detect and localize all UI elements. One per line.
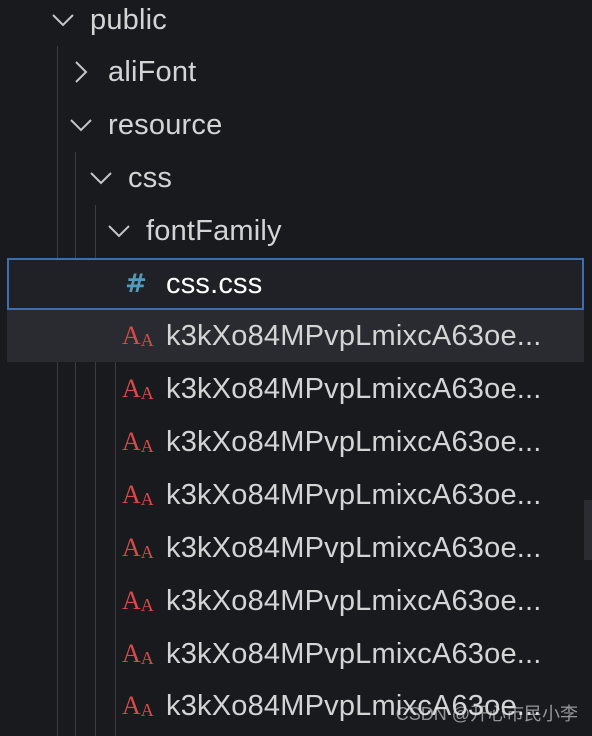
file-label: css.css [166,267,263,300]
folder-label: resource [108,108,223,141]
tree-folder-alifont[interactable]: aliFont [0,46,584,98]
font-file-icon: AA [122,586,154,615]
chevron-down-icon[interactable] [106,218,132,244]
file-label: k3kXo84MPvpLmixcA63oe... [166,372,542,405]
folder-label: css [128,161,173,194]
tree-file-font[interactable]: AA k3kXo84MPvpLmixcA63oe... [7,416,584,468]
tree-folder-public[interactable]: public [0,0,584,46]
file-label: k3kXo84MPvpLmixcA63oe... [166,319,542,352]
file-label: k3kXo84MPvpLmixcA63oe... [166,425,542,458]
chevron-down-icon[interactable] [68,112,94,138]
font-file-icon: AA [122,374,154,403]
file-label: k3kXo84MPvpLmixcA63oe... [166,637,542,670]
css-hash-icon: # [125,269,147,299]
file-label: k3kXo84MPvpLmixcA63oe... [166,584,542,617]
tree-file-font[interactable]: AA k3kXo84MPvpLmixcA63oe... [7,575,584,627]
watermark: CSDN @开心市民小李 [395,704,578,724]
folder-label: fontFamily [146,214,282,247]
scrollbar-thumb[interactable] [584,500,592,560]
tree-folder-resource[interactable]: resource [0,99,584,151]
chevron-right-icon[interactable] [68,59,94,85]
font-file-icon: AA [122,533,154,562]
file-explorer: public aliFont resource css fontFamily #… [0,0,592,736]
font-file-icon: AA [122,639,154,668]
tree-file-font[interactable]: AA k3kXo84MPvpLmixcA63oe... [7,469,584,521]
tree-file-font[interactable]: AA k3kXo84MPvpLmixcA63oe... [7,363,584,415]
file-label: k3kXo84MPvpLmixcA63oe... [166,531,542,564]
tree-file-font[interactable]: AA k3kXo84MPvpLmixcA63oe... [7,522,584,574]
font-file-icon: AA [122,480,154,509]
font-file-icon: AA [122,427,154,456]
font-file-icon: AA [122,691,154,720]
tree-folder-css[interactable]: css [0,152,584,204]
folder-label: aliFont [108,55,197,88]
folder-label: public [90,3,167,36]
tree-file-font[interactable]: AA k3kXo84MPvpLmixcA63oe... [7,628,584,680]
tree-folder-fontfamily[interactable]: fontFamily [0,205,584,257]
file-label: k3kXo84MPvpLmixcA63oe... [166,478,542,511]
chevron-down-icon[interactable] [88,165,114,191]
font-file-icon: AA [122,321,154,350]
tree-file-css-css[interactable]: # css.css [7,258,584,310]
chevron-down-icon[interactable] [50,7,76,33]
tree-file-font[interactable]: AA k3kXo84MPvpLmixcA63oe... [7,310,584,362]
